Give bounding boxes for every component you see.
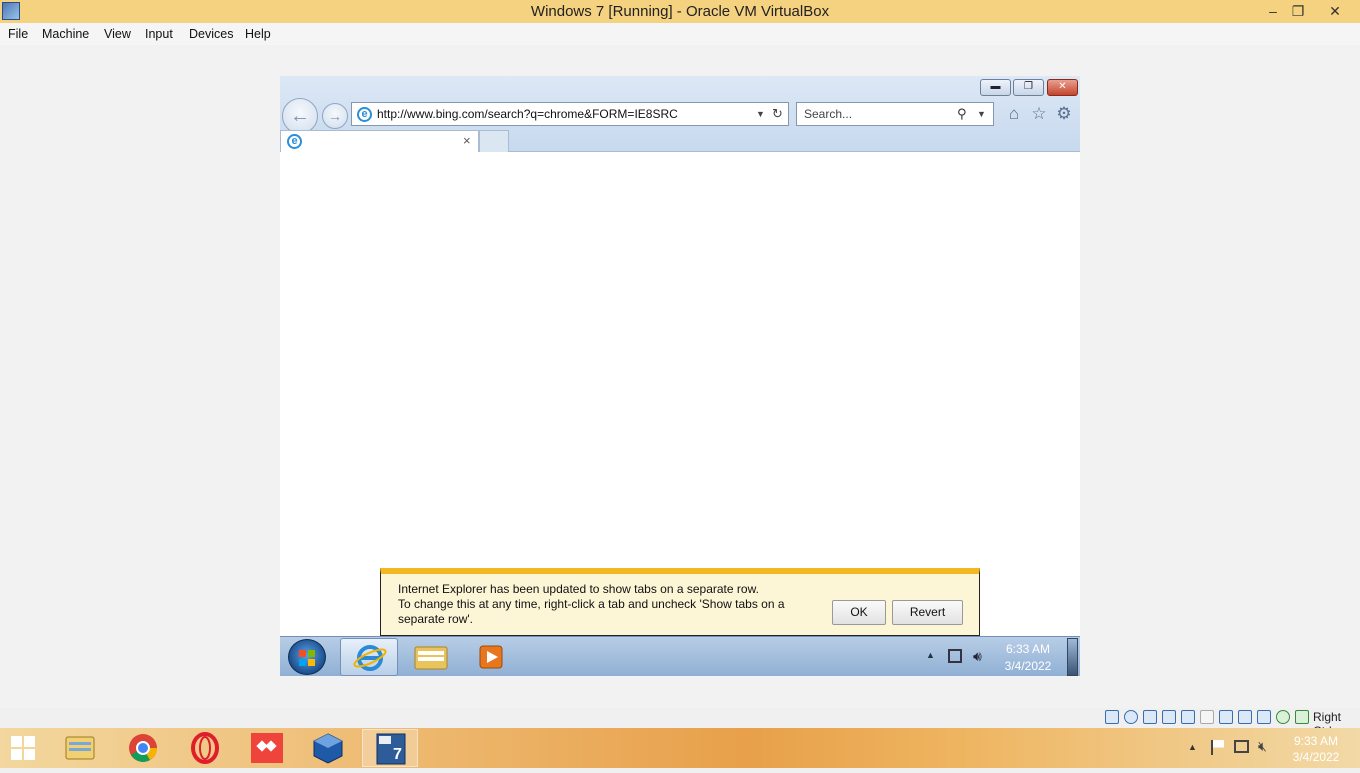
search-input[interactable]: Search... (804, 103, 852, 125)
guest-start-button[interactable] (288, 639, 326, 675)
volume-icon[interactable]: 🔊︎ (973, 648, 982, 665)
menu-input[interactable]: Input (145, 27, 173, 41)
display-icon[interactable] (1219, 710, 1233, 724)
windows7-vm-icon[interactable]: 7 (362, 729, 418, 767)
usb-icon[interactable] (1181, 710, 1195, 724)
notification-line1: Internet Explorer has been updated to sh… (398, 582, 759, 596)
file-explorer-icon[interactable] (52, 729, 108, 767)
guest-clock[interactable]: 6:33 AM 3/4/2022 (1002, 641, 1054, 675)
browser-tab[interactable]: e × (280, 130, 479, 152)
network-icon[interactable] (948, 649, 962, 663)
virtualbox-icon (2, 2, 20, 20)
host-taskbar: 7 ▲ 🔇︎ 9:33 AM 3/4/2022 (0, 728, 1360, 768)
host-clock[interactable]: 9:33 AM 3/4/2022 (1284, 733, 1348, 765)
address-bar[interactable]: e http://www.bing.com/search?q=chrome&FO… (351, 102, 789, 126)
notification-line2: To change this at any time, right-click … (398, 597, 785, 626)
cpu-icon[interactable] (1257, 710, 1271, 724)
home-icon[interactable]: ⌂ (1004, 104, 1024, 124)
host-time: 9:33 AM (1293, 734, 1339, 748)
notification-bar: Internet Explorer has been updated to sh… (380, 568, 980, 636)
search-dropdown-icon[interactable]: ▼ (977, 103, 986, 125)
tray-chevron-up-icon[interactable]: ▲ (926, 650, 935, 660)
mouse-integration-icon[interactable] (1276, 710, 1290, 724)
menu-machine[interactable]: Machine (42, 27, 89, 41)
guest-date: 3/4/2022 (1004, 659, 1052, 673)
optical-drive-icon[interactable] (1124, 710, 1138, 724)
network-adapter-icon[interactable] (1162, 710, 1176, 724)
anydesk-icon[interactable] (239, 729, 295, 767)
host-date: 3/4/2022 (1292, 750, 1340, 764)
ie-minimize-button[interactable]: ▬ (980, 79, 1011, 96)
search-icon[interactable]: ⚲ (957, 103, 967, 125)
guest-time: 6:33 AM (1005, 642, 1051, 656)
host-close-button[interactable]: ✕ (1318, 0, 1352, 23)
host-volume-muted-icon[interactable]: 🔇︎ (1258, 738, 1267, 755)
show-desktop-button[interactable] (1067, 638, 1078, 676)
ie-toolbar: ▬ ❐ ✕ ← → e http://www.bing.com/search?q… (280, 76, 1080, 152)
back-arrow-icon: ← (290, 105, 310, 127)
host-start-button[interactable] (0, 728, 48, 768)
ok-button[interactable]: OK (832, 600, 886, 625)
recording-icon[interactable] (1238, 710, 1252, 724)
host-tray-chevron-icon[interactable]: ▲ (1188, 742, 1197, 752)
address-url[interactable]: http://www.bing.com/search?q=chrome&FORM… (377, 103, 678, 125)
ie-restore-button[interactable]: ❐ (1013, 79, 1044, 96)
host-restore-button[interactable]: ❐ (1281, 0, 1315, 23)
shared-folders-icon[interactable] (1200, 710, 1214, 724)
address-dropdown-icon[interactable]: ▼ (756, 103, 765, 125)
guest-screen[interactable]: ▬ ❐ ✕ ← → e http://www.bing.com/search?q… (280, 76, 1080, 676)
host-title-bar: Windows 7 [Running] - Oracle VM VirtualB… (0, 0, 1360, 23)
forward-button[interactable]: → (322, 103, 348, 129)
page-content (280, 153, 1080, 568)
hard-disk-icon[interactable] (1105, 710, 1119, 724)
svg-text:7: 7 (393, 746, 402, 763)
tools-gear-icon[interactable]: ⚙ (1054, 104, 1074, 124)
host-menu-bar: File Machine View Input Devices Help (0, 23, 1360, 45)
host-window-title: Windows 7 [Running] - Oracle VM VirtualB… (530, 3, 830, 20)
guest-taskbar: ▲ 🔊︎ 6:33 AM 3/4/2022 (280, 636, 1080, 676)
revert-button[interactable]: Revert (892, 600, 963, 625)
internet-explorer-icon[interactable] (340, 638, 398, 676)
host-flag-icon[interactable] (1211, 740, 1224, 755)
new-tab-button[interactable] (479, 130, 509, 152)
host-network-icon[interactable] (1234, 740, 1249, 753)
tab-ie-icon: e (287, 134, 302, 149)
favorites-icon[interactable]: ☆ (1029, 104, 1049, 124)
tab-close-icon[interactable]: × (463, 133, 471, 148)
virtualbox-icon[interactable] (300, 729, 356, 767)
keyboard-icon[interactable] (1295, 710, 1309, 724)
chrome-icon[interactable] (115, 729, 171, 767)
menu-file[interactable]: File (8, 27, 28, 41)
ie-page-icon: e (357, 107, 372, 122)
windows-explorer-icon[interactable] (402, 638, 460, 676)
refresh-icon[interactable]: ↻ (772, 103, 783, 125)
media-player-icon[interactable] (462, 638, 520, 676)
back-button[interactable]: ← (282, 98, 318, 134)
search-box[interactable]: Search... ⚲ ▼ (796, 102, 994, 126)
menu-devices[interactable]: Devices (189, 27, 233, 41)
forward-arrow-icon: → (328, 108, 342, 124)
menu-help[interactable]: Help (245, 27, 271, 41)
vbox-status-bar: Right Ctrl (1100, 708, 1360, 738)
ie-close-button[interactable]: ✕ (1047, 79, 1078, 96)
menu-view[interactable]: View (104, 27, 131, 41)
audio-icon[interactable] (1143, 710, 1157, 724)
guest-system-tray: ▲ 🔊︎ 6:33 AM 3/4/2022 (923, 637, 1053, 676)
opera-icon[interactable] (177, 729, 233, 767)
